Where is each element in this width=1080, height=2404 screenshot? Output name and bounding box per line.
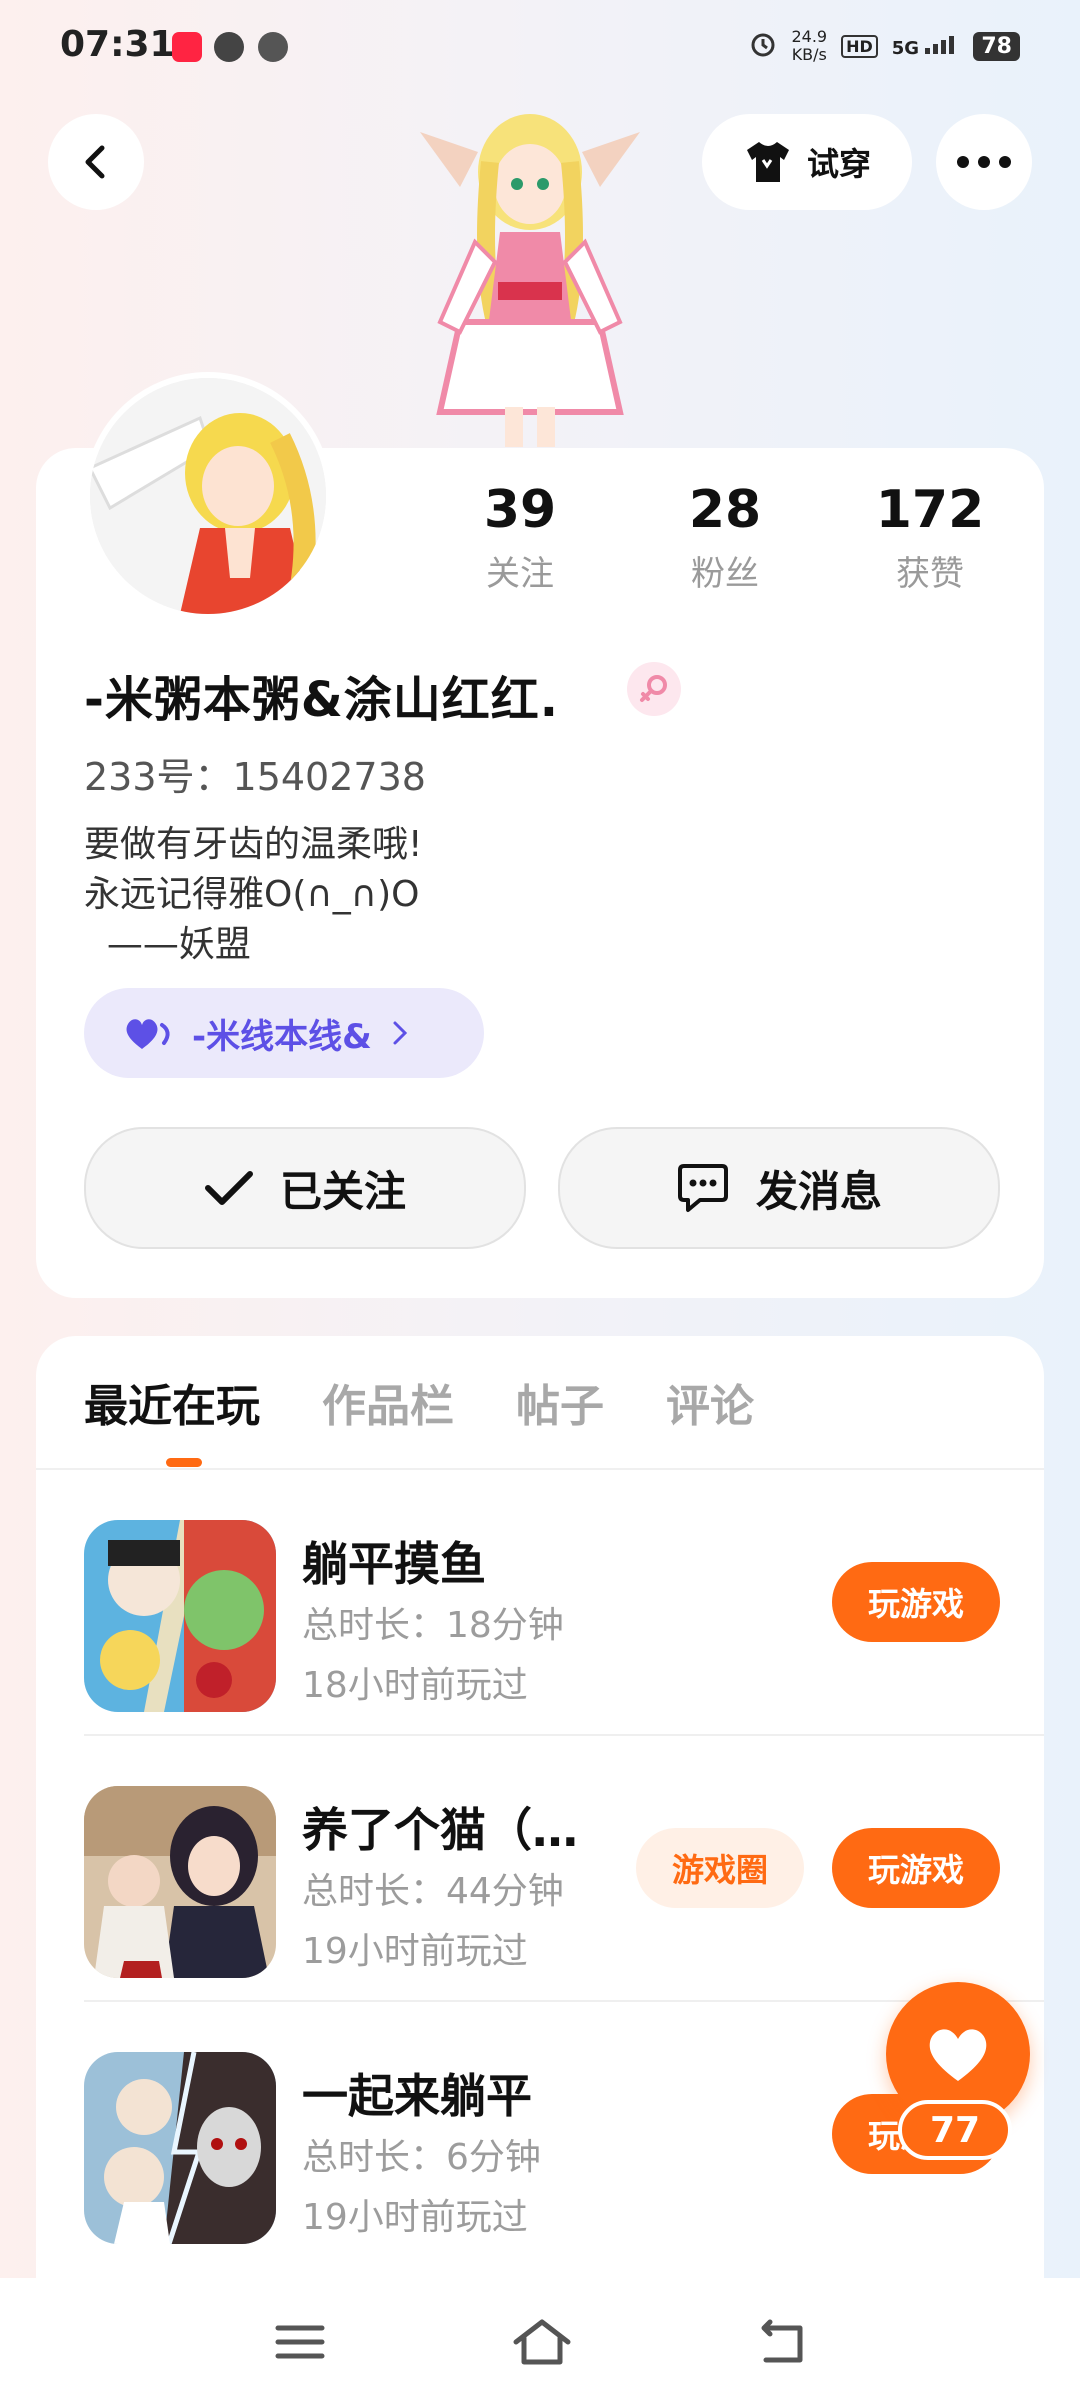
followed-label: 已关注 [279, 1166, 406, 1216]
check-icon [204, 1171, 253, 1205]
game-duration: 总时长：6分钟 [302, 2137, 541, 2178]
link-app-icon [214, 32, 244, 62]
more-button[interactable] [936, 114, 1032, 210]
avatar[interactable] [84, 372, 332, 620]
chevron-left-icon [85, 145, 105, 179]
followed-button[interactable]: 已关注 [84, 1127, 526, 1249]
game-title: 养了个猫（… [302, 1803, 578, 1857]
tshirt-icon [746, 142, 789, 182]
try-on-button[interactable]: 试穿 [702, 114, 912, 210]
heart-icon [929, 2029, 987, 2081]
game-last-played: 18小时前玩过 [302, 1665, 528, 1706]
back-nav-icon[interactable] [752, 2318, 808, 2366]
net-speed-value: 24.9 [791, 27, 828, 46]
stat-likes-label: 获赞 [896, 554, 964, 594]
chevron-right-icon [393, 1021, 407, 1045]
play-game-button[interactable]: 玩游戏 [832, 1828, 1000, 1908]
game-circle-button[interactable]: 游戏圈 [636, 1828, 804, 1908]
try-on-label: 试穿 [806, 145, 871, 183]
tab-posts[interactable]: 帖子 [516, 1370, 604, 1434]
game-thumbnail[interactable] [84, 1520, 276, 1712]
character-figure [420, 114, 640, 447]
stat-likes[interactable]: 172 获赞 [860, 480, 1000, 595]
signal-label: 5G [891, 37, 920, 59]
net-speed-unit: KB/s [791, 45, 827, 64]
active-tab-indicator [166, 1458, 202, 1467]
home-icon[interactable] [510, 2318, 574, 2366]
user-id: 233号：15402738 [84, 755, 426, 799]
game-duration: 总时长：44分钟 [302, 1871, 564, 1912]
hd-badge: HD [841, 34, 878, 58]
tab-works[interactable]: 作品栏 [322, 1370, 454, 1434]
game-last-played: 19小时前玩过 [302, 1931, 528, 1972]
game-title: 躺平摸鱼 [302, 1537, 486, 1591]
send-message-label: 发消息 [755, 1166, 882, 1216]
stat-fans[interactable]: 28 粉丝 [655, 480, 795, 595]
cp-tag-label: -米线本线& [192, 1016, 372, 1057]
battery-level: 78 [973, 31, 1020, 61]
game-row[interactable]: 养了个猫（… 总时长：44分钟 19小时前玩过 游戏圈 玩游戏 [36, 1736, 1044, 2002]
profile-tabs: 最近在玩 作品栏 帖子 评论 [84, 1370, 754, 1434]
stat-following-label: 关注 [486, 554, 554, 594]
alarm-icon [749, 30, 777, 63]
xiaohongshu-app-icon [172, 32, 202, 62]
signal-indicator: 5G [892, 34, 960, 59]
status-time: 07:31 [60, 24, 175, 65]
wechat-icon [258, 32, 288, 62]
avatar-image [90, 378, 326, 614]
stat-following[interactable]: 39 关注 [450, 480, 590, 595]
game-thumbnail[interactable] [84, 1786, 276, 1978]
profile-name: -米粥本粥&涂山红红. [84, 672, 560, 728]
back-button[interactable] [48, 114, 144, 210]
game-row[interactable]: 躺平摸鱼 总时长：18分钟 18小时前玩过 玩游戏 [36, 1470, 1044, 1736]
more-dots-icon [957, 156, 1011, 168]
stat-fans-count: 28 [688, 480, 762, 540]
game-title: 一起来躺平 [302, 2069, 532, 2123]
system-nav-bar [0, 2278, 1080, 2404]
status-bar: 07:31 24.9 KB/s HD 5G 78 [0, 0, 1080, 95]
heart-pair-icon [126, 1019, 170, 1049]
stat-following-count: 39 [483, 480, 557, 540]
menu-icon[interactable] [272, 2318, 328, 2366]
chat-bubble-icon [677, 1164, 728, 1212]
stat-fans-label: 粉丝 [691, 554, 759, 594]
cp-tag[interactable]: -米线本线& [84, 988, 484, 1078]
tab-comments[interactable]: 评论 [666, 1370, 754, 1434]
game-thumbnail[interactable] [84, 2052, 276, 2244]
status-right: 24.9 KB/s HD 5G 78 [749, 28, 1020, 64]
net-speed: 24.9 KB/s [791, 28, 827, 64]
game-duration: 总时长：18分钟 [302, 1605, 564, 1646]
tab-recent-play[interactable]: 最近在玩 [84, 1370, 260, 1434]
stat-likes-count: 172 [875, 480, 985, 540]
like-count: 77 [898, 2100, 1012, 2160]
send-message-button[interactable]: 发消息 [558, 1127, 1000, 1249]
female-icon [627, 662, 681, 716]
profile-bio: 要做有牙齿的温柔哦! 永远记得雅O(∩_∩)O ——妖盟 [84, 824, 423, 965]
game-last-played: 19小时前玩过 [302, 2197, 528, 2238]
play-game-button[interactable]: 玩游戏 [832, 1562, 1000, 1642]
